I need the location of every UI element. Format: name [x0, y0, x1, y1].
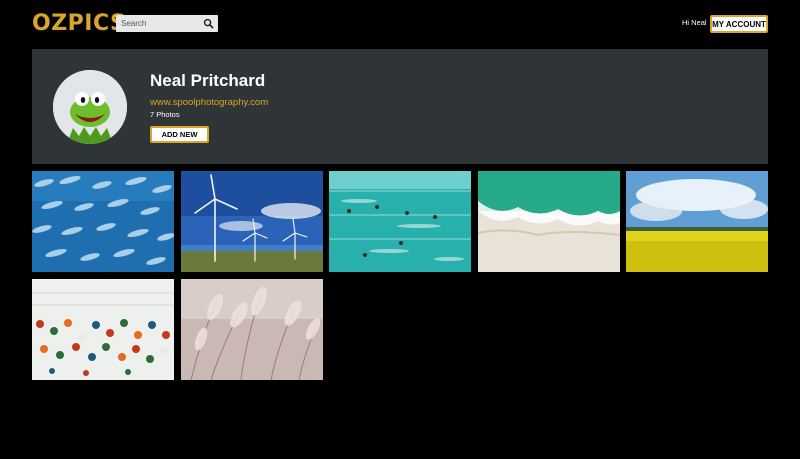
- photo-thumbnail[interactable]: [32, 171, 174, 272]
- photo-thumbnail[interactable]: [626, 171, 768, 272]
- add-new-button[interactable]: ADD NEW: [150, 126, 209, 143]
- profile-panel: Neal Pritchard www.spoolphotography.com …: [32, 49, 768, 164]
- photo-count: 7 Photos: [150, 110, 180, 119]
- fish-photo: [32, 171, 174, 272]
- search-icon[interactable]: [203, 18, 214, 29]
- search-input[interactable]: [116, 15, 202, 32]
- swimmers-pool-photo: [329, 171, 471, 272]
- my-account-button[interactable]: MY ACCOUNT: [710, 15, 768, 33]
- kermit-avatar-image: [53, 70, 127, 144]
- avatar: [53, 70, 127, 144]
- top-nav: OZPICS Hi Neal MY ACCOUNT: [0, 0, 800, 48]
- colorful-knobs-photo: [32, 279, 174, 380]
- profile-website-link[interactable]: www.spoolphotography.com: [150, 97, 268, 108]
- photo-thumbnail[interactable]: [181, 279, 323, 380]
- search-box: [116, 15, 218, 32]
- photo-thumbnail[interactable]: [181, 171, 323, 272]
- pampas-grass-photo: [181, 279, 323, 380]
- user-greeting: Hi Neal: [682, 18, 707, 27]
- photo-thumbnail[interactable]: [478, 171, 620, 272]
- aerial-beach-photo: [478, 171, 620, 272]
- profile-name: Neal Pritchard: [150, 71, 266, 90]
- photo-thumbnail[interactable]: [329, 171, 471, 272]
- photo-thumbnail[interactable]: [32, 279, 174, 380]
- canola-field-photo: [626, 171, 768, 272]
- ozpics-logo[interactable]: OZPICS: [32, 11, 126, 37]
- wind-turbines-photo: [181, 171, 323, 272]
